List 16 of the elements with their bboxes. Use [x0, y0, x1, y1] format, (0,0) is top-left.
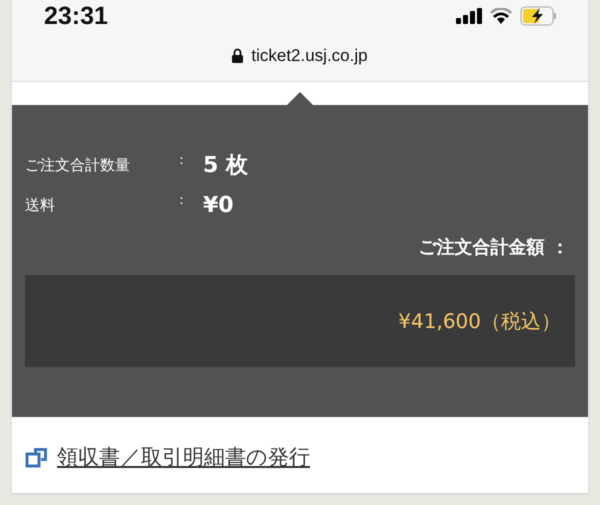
receipt-link[interactable]: 領収書／取引明細書の発行 — [57, 443, 310, 471]
total-value: ¥41,600（税込） — [398, 308, 561, 334]
wifi-icon — [490, 8, 512, 24]
url-text[interactable]: ticket2.usj.co.jp — [251, 46, 368, 66]
summary-label: ご注文合計数量 — [25, 156, 131, 174]
total-label: ご注文合計金額 ： — [418, 236, 569, 259]
lock-icon — [232, 48, 244, 63]
separator: ： — [175, 192, 189, 209]
summary-value: 5 枚 — [203, 152, 248, 180]
status-time: 23:31 — [44, 2, 108, 30]
signal-icon — [456, 8, 482, 24]
summary-value: ¥0 — [203, 192, 234, 218]
separator: ： — [175, 152, 189, 169]
external-window-icon — [25, 445, 49, 469]
battery-icon — [520, 6, 558, 26]
summary-label: 送料 — [25, 196, 56, 214]
